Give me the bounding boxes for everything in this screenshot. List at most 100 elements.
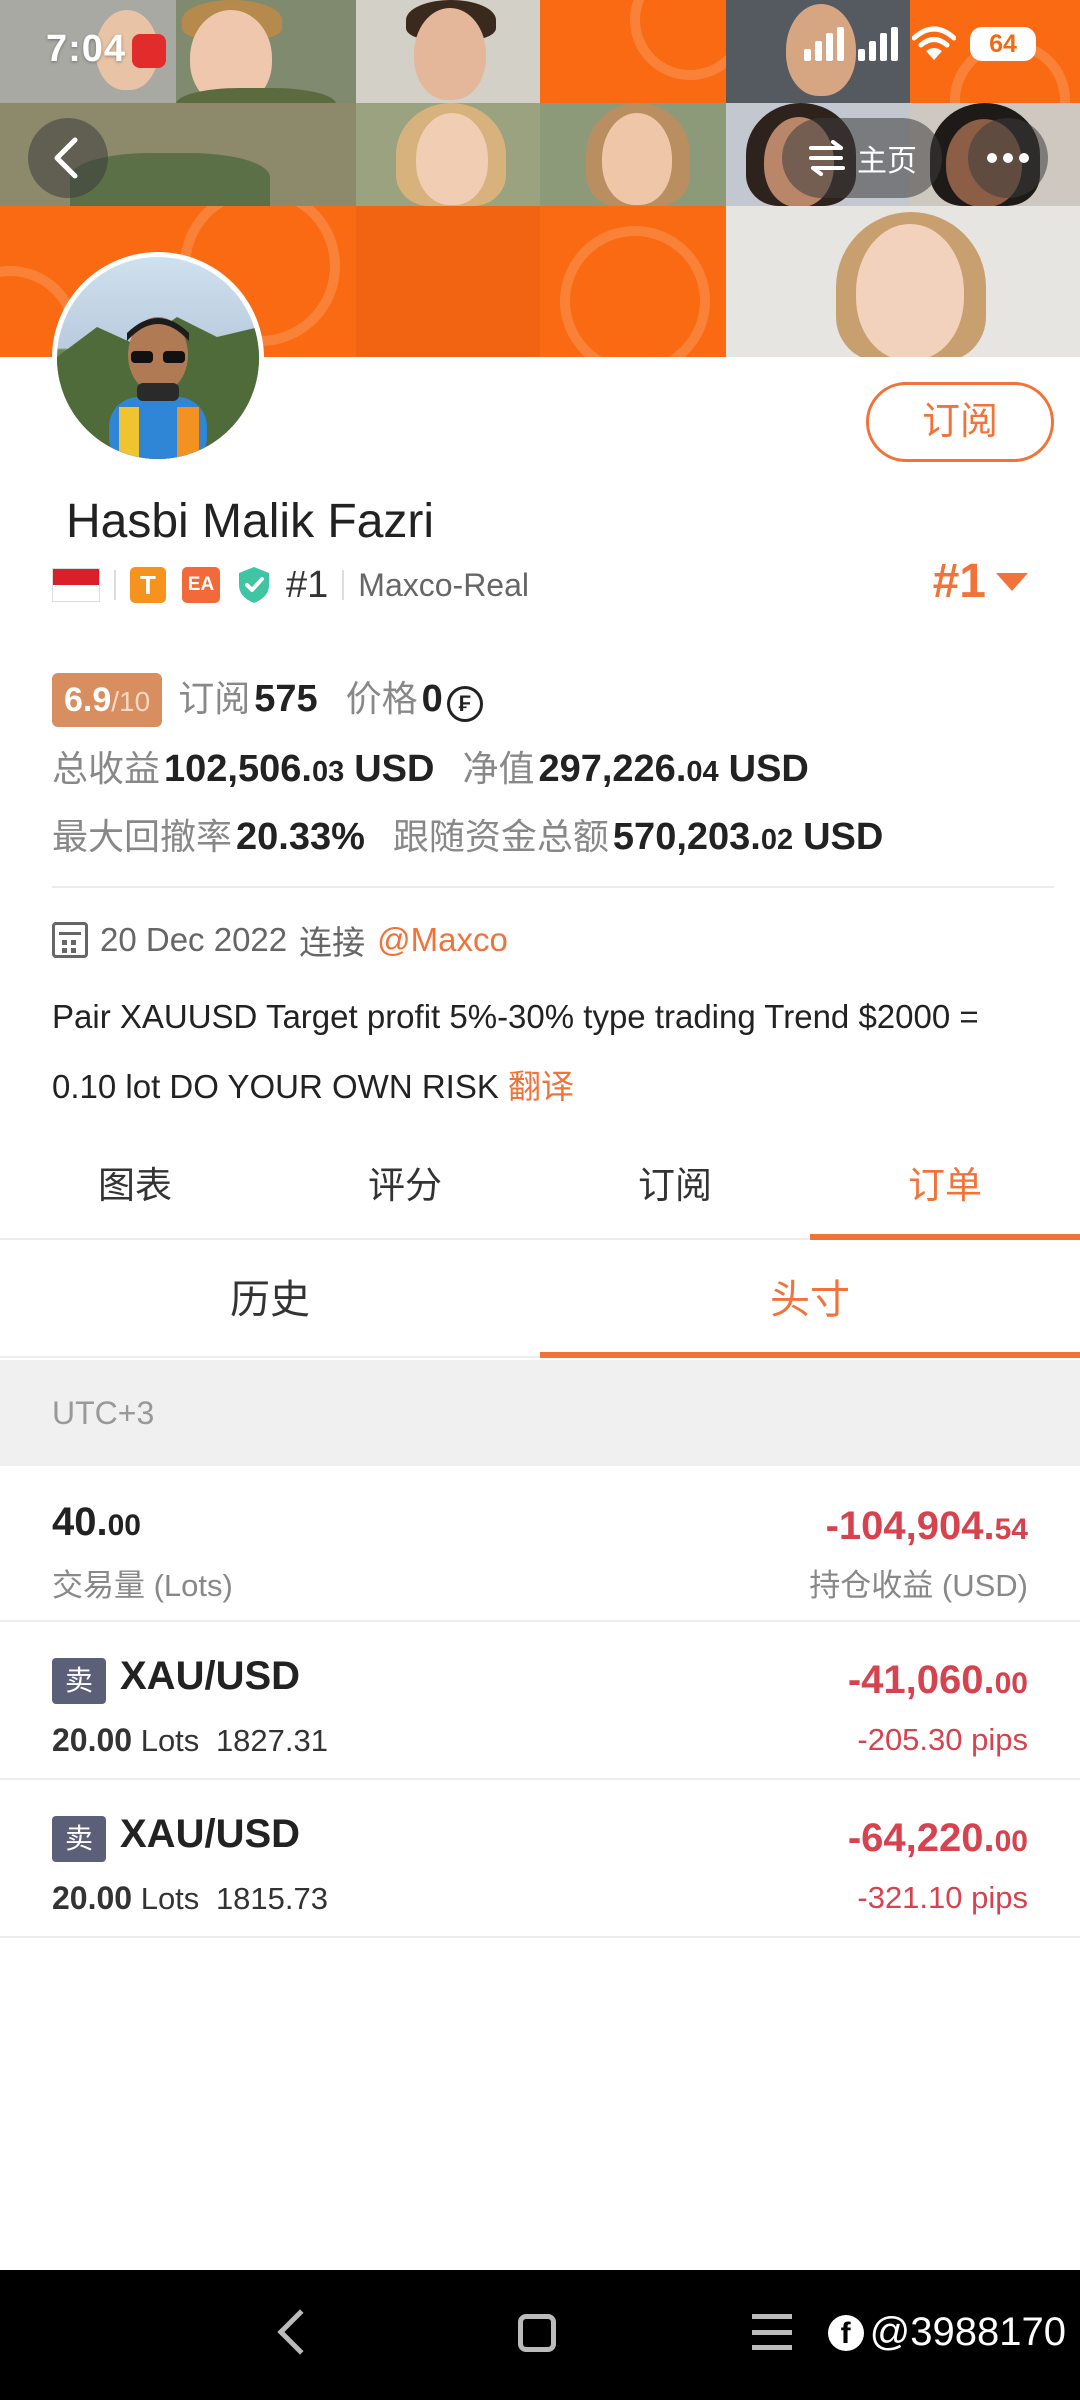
timezone-label: UTC+3 (0, 1360, 1080, 1466)
facebook-icon: f (827, 2314, 864, 2351)
position-lots-unit: Lots (140, 1881, 200, 1916)
total-lots-int: 40. (52, 1500, 108, 1544)
net-value-label: 净值 (462, 748, 535, 789)
joined-info: 20 Dec 2022 连接 @Maxco (52, 916, 508, 964)
divider (52, 886, 1054, 888)
position-pips: -321.10 pips (857, 1880, 1028, 1915)
more-dot-icon (1019, 153, 1029, 163)
position-pnl: -41,060.00 (848, 1658, 1028, 1703)
trader-type-badge: T (130, 567, 166, 603)
follow-funds-decimals: 02 (760, 824, 794, 856)
home-button[interactable]: 主页 (782, 118, 942, 198)
indonesia-flag-icon (52, 568, 100, 602)
net-value: 297,226. (538, 748, 687, 790)
verified-shield-icon (239, 567, 269, 603)
drawdown-label: 最大回撤率 (52, 816, 233, 857)
subscribe-count-label: 订阅 (178, 678, 251, 719)
avatar[interactable] (52, 252, 264, 464)
rank-dropdown[interactable]: #1 (933, 554, 1028, 609)
trader-tags: T EA #1 Maxco-Real (52, 562, 529, 608)
drawdown-value: 20.33% (236, 816, 365, 858)
position-row[interactable]: 卖 XAU/USD 20.00 Lots 1815.73 -64,220.00 … (0, 1780, 1080, 1938)
floating-pnl-dec: 54 (994, 1513, 1028, 1546)
watermark-text: @3988170 (869, 2310, 1066, 2354)
position-row[interactable]: 卖 XAU/USD 20.00 Lots 1827.31 -41,060.00 … (0, 1622, 1080, 1780)
more-options-button[interactable] (968, 118, 1048, 198)
tab-rating[interactable]: 评分 (270, 1140, 540, 1238)
position-open-price: 1815.73 (215, 1881, 328, 1916)
subscribe-count: 575 (254, 678, 318, 720)
tab-subscribe[interactable]: 订阅 (540, 1140, 810, 1238)
banner-photo-tile (726, 206, 1080, 357)
stats-row-score: 6.9/10 订阅 575 价格 0 ₣ (52, 670, 1052, 727)
total-lots-dec: 00 (107, 1509, 141, 1542)
floating-pnl: -104,904.54 (826, 1504, 1028, 1549)
strategy-description: Pair XAUUSD Target profit 5%-30% type tr… (52, 982, 1052, 1122)
total-lots: 40.00 (52, 1500, 141, 1545)
avatar-photo (57, 317, 259, 459)
banner-photo-tile (540, 103, 726, 206)
status-time: 7:04 (46, 28, 127, 70)
subscribe-button[interactable]: 订阅 (866, 382, 1054, 462)
follow-funds-value: 570,203. (612, 816, 761, 858)
total-lots-label: 交易量 (Lots) (52, 1568, 233, 1603)
position-symbol: XAU/USD (120, 1654, 301, 1698)
nav-home-icon[interactable] (518, 2314, 556, 2352)
status-bar: 7:04 64 (0, 0, 1080, 100)
cell-signal-icon (858, 27, 898, 61)
score-value: 6.9 (64, 681, 112, 719)
stats-row-profit: 总收益 102,506. 03 USD 净值 297,226. 04 USD (52, 740, 1052, 792)
home-label: 主页 (857, 145, 917, 178)
stats-row-drawdown: 最大回撤率 20.33% 跟随资金总额 570,203. 02 USD (52, 808, 1052, 860)
price-value: 0 (421, 678, 443, 720)
follow-funds-currency: USD (803, 816, 884, 858)
switch-icon (809, 140, 845, 176)
position-pnl-int: -41,060. (847, 1658, 995, 1702)
caret-down-icon (996, 572, 1028, 591)
position-detail: 20.00 Lots 1815.73 (52, 1880, 328, 1917)
position-open-price: 1827.31 (215, 1723, 328, 1758)
watermark: f @3988170 (827, 2310, 1066, 2355)
position-pnl-int: -64,220. (847, 1816, 995, 1860)
translate-link[interactable]: 翻译 (508, 1068, 574, 1105)
total-profit-currency: USD (354, 748, 435, 790)
broker-name: Maxco-Real (358, 566, 529, 603)
joined-date: 20 Dec 2022 (100, 921, 288, 958)
nav-back-icon[interactable] (277, 2309, 323, 2355)
sell-badge: 卖 (52, 1658, 106, 1704)
banner-pattern-tile (540, 206, 726, 357)
broker-mention-link[interactable]: @Maxco (377, 921, 508, 959)
floating-pnl-int: -104,904. (825, 1504, 995, 1548)
rank-value: #1 (932, 555, 986, 608)
cell-signal-icon (804, 27, 844, 61)
floating-pnl-label: 持仓收益 (USD) (809, 1568, 1028, 1603)
total-profit-decimals: 03 (311, 756, 345, 788)
back-button[interactable] (28, 118, 108, 198)
net-value-decimals: 04 (686, 756, 719, 788)
main-tabs: 图表 评分 订阅 订单 (0, 1140, 1080, 1240)
positions-summary: 40.00 交易量 (Lots) -104,904.54 持仓收益 (USD) (0, 1466, 1080, 1622)
total-profit-label: 总收益 (52, 748, 161, 789)
nav-menu-icon[interactable] (752, 2314, 792, 2350)
tab-chart[interactable]: 图表 (0, 1140, 270, 1238)
net-value-currency: USD (728, 748, 809, 790)
total-profit-value: 102,506. (164, 748, 312, 790)
follow-funds-label: 跟随资金总额 (392, 816, 609, 857)
position-pips: -205.30 pips (857, 1722, 1028, 1757)
joined-connect-label: 连接 (299, 924, 366, 961)
more-dot-icon (1003, 153, 1013, 163)
position-pnl: -64,220.00 (848, 1816, 1028, 1861)
subtab-positions[interactable]: 头寸 (540, 1248, 1080, 1358)
position-lots-unit: Lots (140, 1723, 200, 1758)
wifi-icon (912, 26, 956, 60)
position-lots: 20.00 (52, 1722, 133, 1758)
subtab-history[interactable]: 历史 (0, 1248, 540, 1356)
more-dot-icon (987, 153, 997, 163)
banner-pattern-tile (356, 206, 540, 357)
divider (342, 570, 345, 600)
order-subtabs: 历史 头寸 (0, 1248, 1080, 1358)
tab-orders[interactable]: 订单 (810, 1140, 1080, 1240)
position-detail: 20.00 Lots 1827.31 (52, 1722, 328, 1759)
position-symbol: XAU/USD (120, 1812, 301, 1856)
coin-icon: ₣ (446, 686, 483, 722)
